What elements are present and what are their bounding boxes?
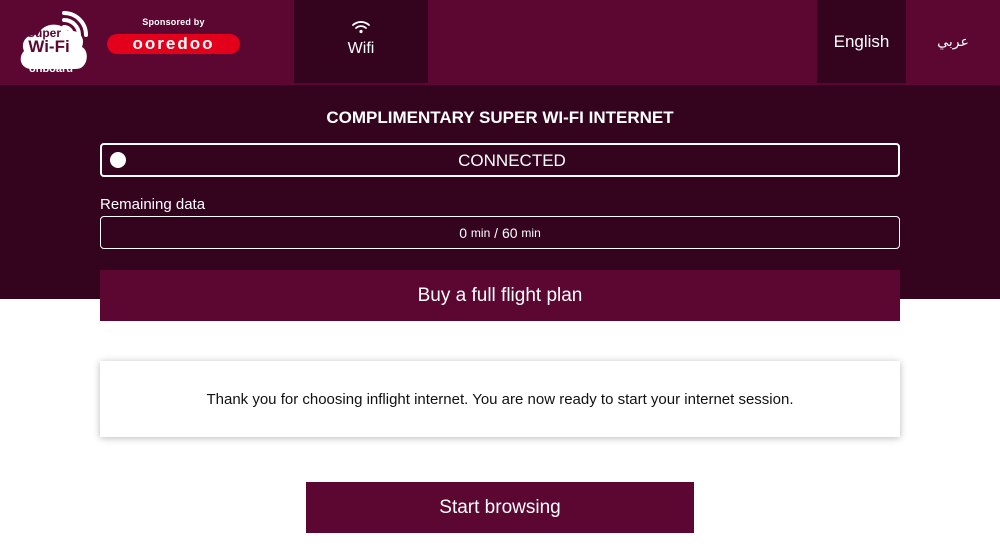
logo-line-wifi: Wi-Fi <box>28 37 70 56</box>
start-browsing-button[interactable]: Start browsing <box>306 482 694 533</box>
language-english[interactable]: English <box>817 0 906 83</box>
ooredoo-wordmark: ooredoo <box>133 34 215 53</box>
connection-status-text: CONNECTED <box>458 151 566 170</box>
sponsor-label: Sponsored by <box>142 17 205 27</box>
remaining-used-unit: min <box>470 225 491 240</box>
language-arabic[interactable]: عربي <box>906 0 1000 83</box>
logo-line-onboard: onboard <box>29 63 73 75</box>
connection-status-box: CONNECTED <box>100 143 900 177</box>
tab-wifi-label: Wifi <box>347 40 375 57</box>
remaining-separator: / <box>494 224 499 241</box>
buy-flight-plan-button[interactable]: Buy a full flight plan <box>100 270 900 321</box>
sponsor-block: Sponsored by ooredoo <box>106 17 241 57</box>
remaining-data-label: Remaining data <box>100 196 206 213</box>
remaining-used-value: 0 <box>459 224 468 241</box>
tab-wifi[interactable]: Wifi <box>294 0 428 83</box>
super-wifi-logo[interactable]: Super Wi-Fi onboard <box>18 7 92 77</box>
ooredoo-logo: ooredoo <box>106 32 241 56</box>
confirmation-message: Thank you for choosing inflight internet… <box>100 361 900 437</box>
remaining-data-box: 0 min / 60 min <box>100 216 900 249</box>
remaining-total-unit: min <box>521 225 541 240</box>
ooredoo-icon: ooredoo <box>107 34 240 54</box>
top-nav-bar: Super Wi-Fi onboard Sponsored by ooredoo… <box>0 0 1000 85</box>
page-title: COMPLIMENTARY SUPER WI-FI INTERNET <box>326 108 674 127</box>
remaining-total-value: 60 <box>501 224 518 241</box>
wifi-icon <box>352 21 370 34</box>
